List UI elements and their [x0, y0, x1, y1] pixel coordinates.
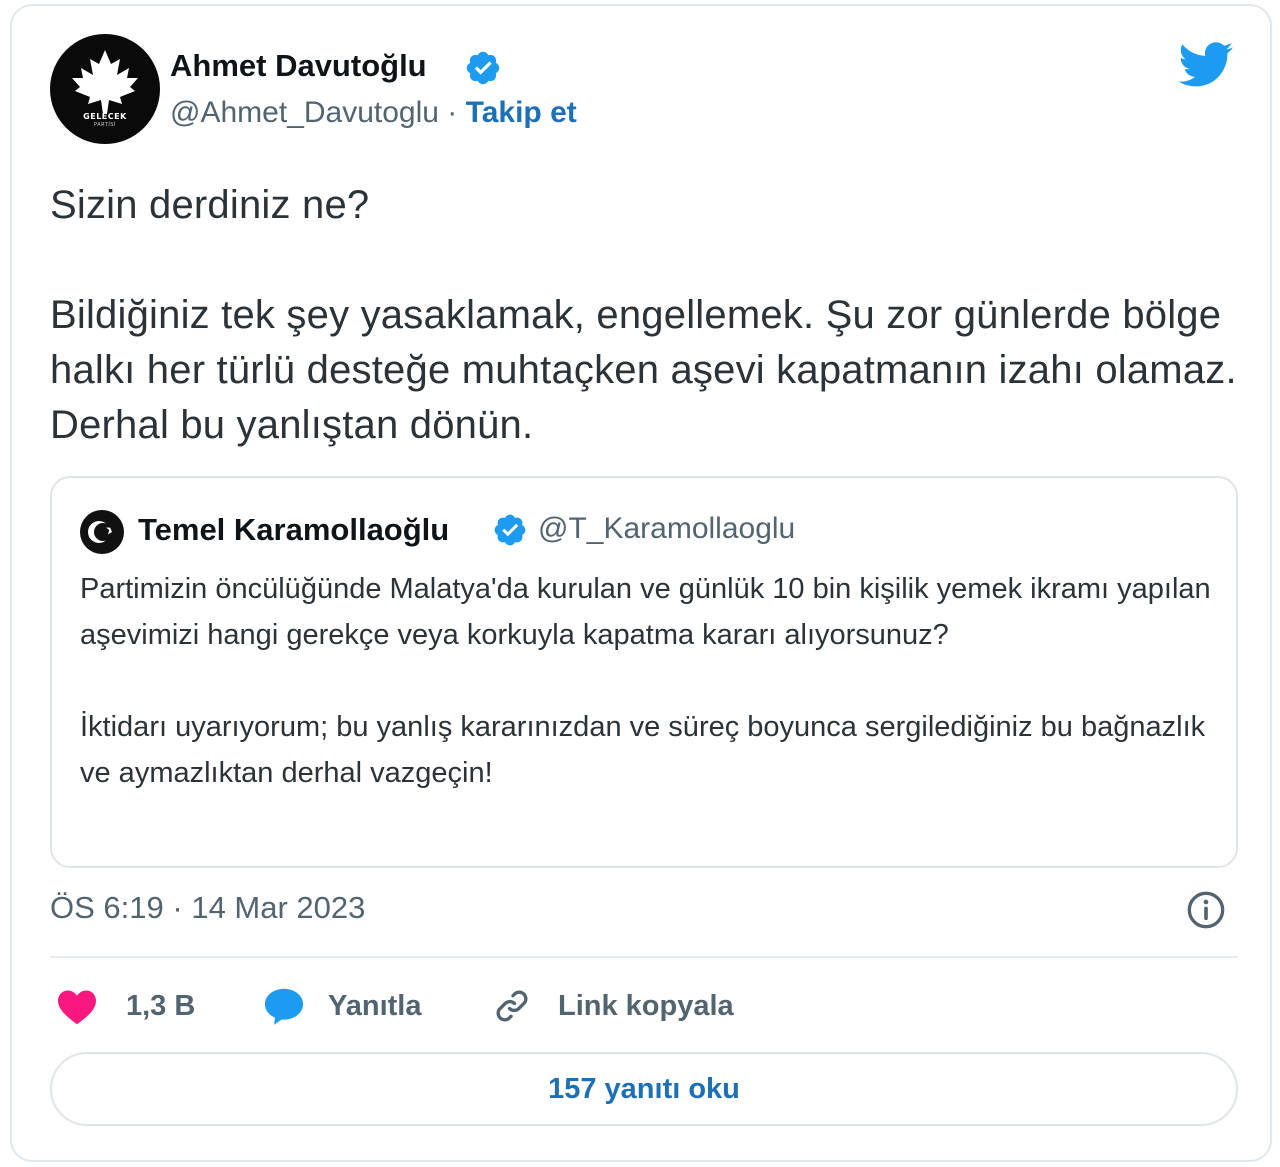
read-replies-button[interactable]: 157 yanıtı oku — [50, 1052, 1238, 1126]
author-avatar[interactable]: GELECEK PARTİSİ — [50, 34, 160, 144]
reply-label: Yanıtla — [328, 989, 422, 1022]
reply-button[interactable]: Yanıtla — [262, 976, 422, 1036]
tweet-text: Sizin derdiniz ne? Bildiğiniz tek şey ya… — [50, 178, 1250, 453]
author-name-text: Ahmet Davutoğlu — [170, 48, 427, 83]
author-handle[interactable]: @Ahmet_Davutoglu — [170, 96, 439, 129]
handle-separator: · — [447, 96, 458, 129]
copy-link-label: Link kopyala — [558, 989, 734, 1022]
avatar-subtext: PARTİSİ — [94, 122, 116, 128]
follow-link[interactable]: Takip et — [466, 96, 577, 129]
tweet-paragraph: Sizin derdiniz ne? — [50, 183, 370, 227]
avatar-text: GELECEK — [83, 112, 127, 121]
action-bar: 1,3 B Yanıtla Link kopyala — [50, 976, 1238, 1036]
verified-badge-icon — [494, 514, 526, 546]
tweet-embed-card: GELECEK PARTİSİ Ahmet Davutoğlu @Ahmet_D… — [10, 4, 1272, 1162]
tweet-paragraph: Bildiğiniz tek şey yasaklamak, engelleme… — [50, 293, 1237, 447]
quoted-tweet[interactable]: Temel Karamollaoğlu @T_Karamollaoglu Par… — [50, 476, 1238, 868]
like-count: 1,3 B — [126, 989, 196, 1022]
timestamp-separator: · — [172, 890, 183, 925]
info-icon[interactable] — [1186, 890, 1226, 930]
author-handle-row: @Ahmet_Davutoglu · Takip et — [170, 96, 577, 130]
heart-icon — [58, 990, 96, 1025]
tweet-timestamp[interactable]: ÖS 6:19 · 14 Mar 2023 — [50, 890, 365, 926]
copy-link-button[interactable]: Link kopyala — [492, 976, 734, 1036]
divider — [50, 956, 1238, 958]
quoted-paragraph: Partimizin öncülüğünde Malatya'da kurula… — [80, 573, 1211, 651]
tweet-date: 14 Mar 2023 — [191, 890, 366, 925]
verified-badge-icon — [466, 51, 500, 85]
twitter-bird-icon[interactable] — [1178, 42, 1234, 88]
link-icon — [496, 990, 528, 1022]
quoted-author-handle[interactable]: @T_Karamollaoglu — [538, 512, 795, 546]
quoted-paragraph: İktidarı uyarıyorum; bu yanlış kararınız… — [80, 711, 1206, 789]
quoted-tweet-text: Partimizin öncülüğünde Malatya'da kurula… — [80, 566, 1220, 796]
like-button[interactable]: 1,3 B — [56, 976, 195, 1036]
author-name[interactable]: Ahmet Davutoğlu — [170, 48, 427, 84]
quoted-author-avatar[interactable] — [80, 510, 124, 554]
tweet-time: ÖS 6:19 — [50, 890, 164, 925]
quoted-author-name[interactable]: Temel Karamollaoğlu — [138, 512, 449, 548]
reply-bubble-icon — [264, 988, 304, 1025]
